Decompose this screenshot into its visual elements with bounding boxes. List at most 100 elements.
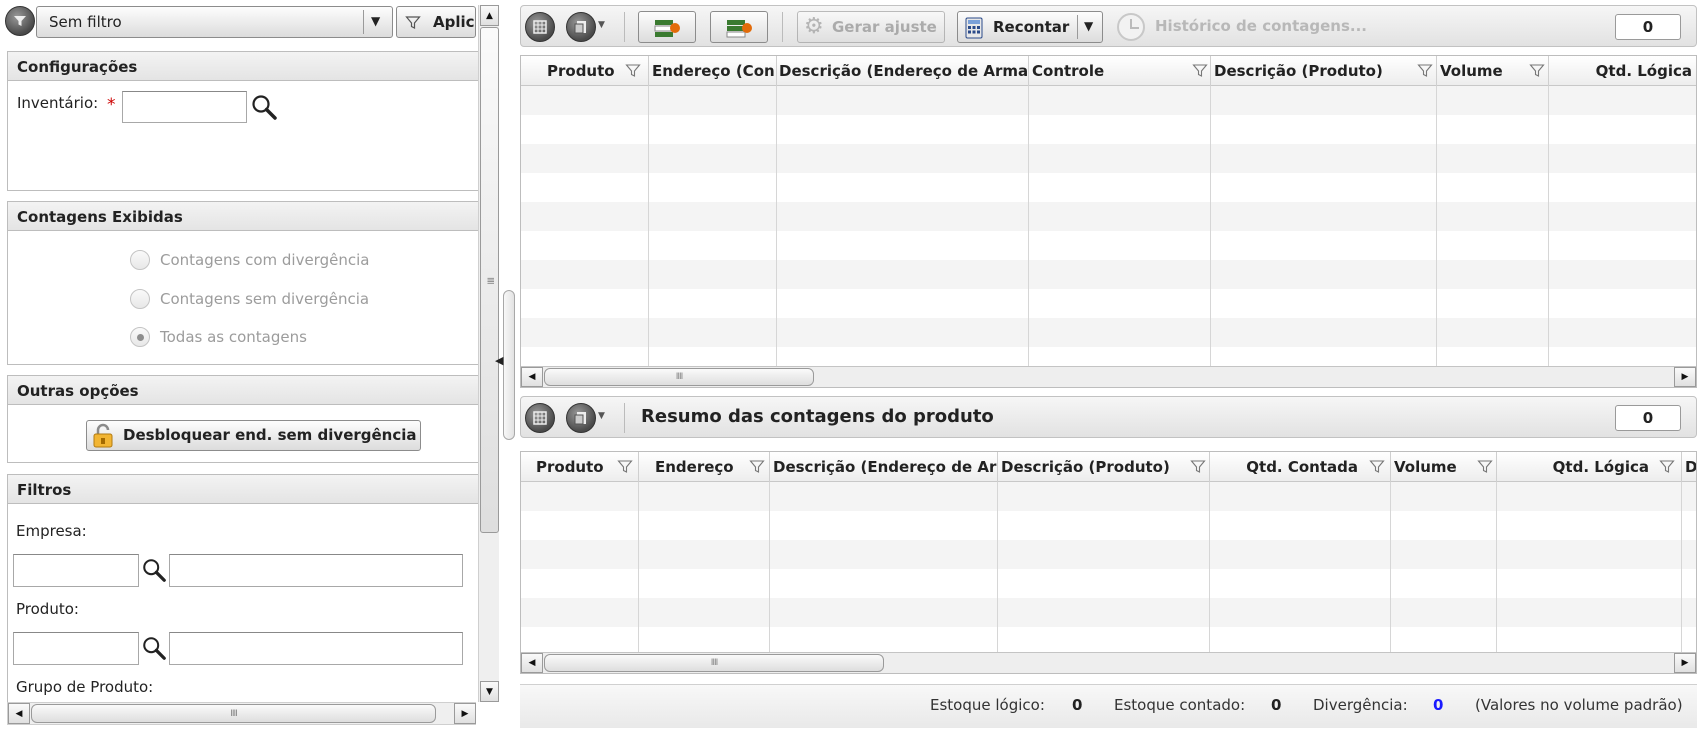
- bottom-record-counter: 0: [1615, 405, 1681, 431]
- filter-icon[interactable]: [1416, 63, 1434, 79]
- left-panel: Sem filtro ▼ Aplic Configurações Inventá…: [0, 0, 500, 733]
- grid-row-stripe: [521, 598, 1696, 627]
- filter-icon[interactable]: [1528, 63, 1546, 79]
- col-header-product[interactable]: Produto: [521, 56, 649, 86]
- calculator-icon: [965, 17, 983, 39]
- scroll-left-arrow[interactable]: ◀: [521, 653, 543, 673]
- scroll-left-arrow[interactable]: ◀: [521, 367, 543, 387]
- col-header-product-desc[interactable]: Descrição (Produto): [1211, 56, 1437, 86]
- count-history-button[interactable]: Histórico de contagens...: [1115, 11, 1395, 43]
- radio-label: Contagens sem divergência: [160, 290, 370, 308]
- bottom-grid: Produto Endereço Descrição (Endereço de …: [520, 451, 1697, 674]
- filter-menu-icon[interactable]: [5, 6, 35, 36]
- col-header-address[interactable]: Endereço: [639, 452, 770, 482]
- top-grid-horizontal-scrollbar[interactable]: ◀ IIII ▶: [521, 366, 1696, 387]
- product-code-input[interactable]: [13, 632, 139, 665]
- grid-row-stripe: [521, 202, 1696, 231]
- scroll-thumb[interactable]: IIII: [31, 704, 436, 723]
- filter-icon[interactable]: [1189, 459, 1207, 475]
- grid-col-line: [1390, 482, 1391, 652]
- col-header-volume[interactable]: Volume: [1391, 452, 1497, 482]
- company-code-input[interactable]: [13, 554, 139, 587]
- export-dropdown-icon[interactable]: ▼: [598, 411, 605, 421]
- apply-filter-button[interactable]: Aplic: [396, 6, 476, 38]
- radio-button[interactable]: [130, 289, 150, 309]
- col-header-control[interactable]: Controle: [1029, 56, 1211, 86]
- toolbar-separator: [782, 12, 783, 42]
- unlock-button[interactable]: Desbloquear end. sem divergência: [86, 420, 421, 451]
- bottom-grid-header: Produto Endereço Descrição (Endereço de …: [521, 452, 1696, 482]
- scroll-right-arrow[interactable]: ▶: [1674, 653, 1696, 673]
- filter-select[interactable]: Sem filtro ▼: [36, 6, 393, 38]
- scroll-thumb[interactable]: IIII: [544, 368, 814, 386]
- col-header-volume[interactable]: Volume: [1437, 56, 1549, 86]
- grid-col-line: [1028, 86, 1029, 366]
- scroll-right-arrow[interactable]: ▶: [1674, 367, 1696, 387]
- search-icon[interactable]: [141, 635, 167, 661]
- col-header-description[interactable]: Des: [1682, 452, 1696, 482]
- recount-button[interactable]: Recontar ▼: [957, 11, 1103, 43]
- product-name-input[interactable]: [169, 632, 463, 665]
- grid-row-stripe: [521, 318, 1696, 347]
- filter-icon[interactable]: [1191, 63, 1209, 79]
- scroll-thumb[interactable]: IIII: [544, 654, 884, 672]
- rows-green-icon: [726, 20, 752, 38]
- top-toolbar: ▼ ⚙ Gerar ajuste Recontar ▼ Histórico de…: [520, 5, 1697, 47]
- generate-adjustment-button[interactable]: ⚙ Gerar ajuste: [797, 11, 945, 43]
- bottom-grid-title: Resumo das contagens do produto: [641, 406, 994, 427]
- filter-icon[interactable]: [1476, 459, 1494, 475]
- scroll-right-arrow[interactable]: ▶: [454, 703, 476, 724]
- col-header-logical-qty[interactable]: Qtd. Lógica: [1549, 56, 1696, 86]
- col-header-counted-qty[interactable]: Qtd. Contada: [1210, 452, 1391, 482]
- filter-icon[interactable]: [1658, 459, 1676, 475]
- panel-splitter[interactable]: ◀: [495, 290, 515, 440]
- apply-filter-label: Aplic: [433, 13, 475, 31]
- bottom-grid-horizontal-scrollbar[interactable]: ◀ IIII ▶: [521, 652, 1696, 673]
- collapse-rows-button[interactable]: [710, 11, 768, 43]
- expand-rows-button[interactable]: [638, 11, 696, 43]
- grid-col-line: [769, 482, 770, 652]
- grid-col-line: [638, 482, 639, 652]
- top-grid-header: Produto Endereço (Con Descrição (Endereç…: [521, 56, 1696, 86]
- radio-without-divergence[interactable]: Contagens sem divergência: [130, 289, 369, 309]
- col-header-product[interactable]: Produto: [521, 452, 639, 482]
- col-header-address-desc[interactable]: Descrição (Endereço de Ar: [770, 452, 998, 482]
- scroll-down-arrow[interactable]: ▼: [480, 681, 499, 702]
- grid-row-stripe: [521, 540, 1696, 569]
- export-icon[interactable]: [566, 403, 596, 433]
- col-header-logical-qty[interactable]: Qtd. Lógica: [1497, 452, 1682, 482]
- funnel-icon: [405, 16, 421, 29]
- filter-icon[interactable]: [616, 459, 634, 475]
- radio-with-divergence[interactable]: Contagens com divergência: [130, 250, 369, 270]
- radio-all-counts[interactable]: Todas as contagens: [130, 327, 307, 347]
- filter-icon[interactable]: [748, 459, 766, 475]
- grid-view-icon[interactable]: [525, 403, 555, 433]
- filter-icon[interactable]: [624, 63, 642, 79]
- recount-label: Recontar: [993, 18, 1070, 36]
- scroll-thumb[interactable]: IIII: [480, 27, 499, 533]
- company-name-input[interactable]: [169, 554, 463, 587]
- unlock-button-label: Desbloquear end. sem divergência: [123, 426, 417, 444]
- gear-icon: ⚙: [804, 14, 824, 39]
- grid-col-line: [1210, 86, 1211, 366]
- left-horizontal-scrollbar[interactable]: ◀ IIII ▶: [7, 702, 476, 725]
- collapse-arrow-icon[interactable]: ◀: [495, 354, 503, 367]
- logical-stock-value: 0: [1072, 696, 1083, 714]
- grid-view-icon[interactable]: [525, 12, 555, 42]
- search-icon[interactable]: [250, 93, 278, 121]
- search-icon[interactable]: [141, 557, 167, 583]
- filter-select-divider: [363, 10, 364, 34]
- filter-icon[interactable]: [1368, 459, 1386, 475]
- col-header-address[interactable]: Endereço (Con: [649, 56, 777, 86]
- col-header-product-desc[interactable]: Descrição (Produto): [998, 452, 1210, 482]
- export-icon[interactable]: [566, 12, 596, 42]
- export-dropdown-icon[interactable]: ▼: [598, 20, 605, 30]
- chevron-down-icon[interactable]: ▼: [1084, 19, 1093, 33]
- chevron-down-icon[interactable]: ▼: [371, 14, 380, 28]
- col-header-address-desc[interactable]: Descrição (Endereço de Arma: [777, 56, 1029, 86]
- scroll-up-arrow[interactable]: ▲: [480, 5, 499, 26]
- radio-button[interactable]: [130, 250, 150, 270]
- scroll-left-arrow[interactable]: ◀: [8, 703, 30, 724]
- radio-button-selected[interactable]: [130, 327, 150, 347]
- inventory-input[interactable]: [122, 91, 247, 123]
